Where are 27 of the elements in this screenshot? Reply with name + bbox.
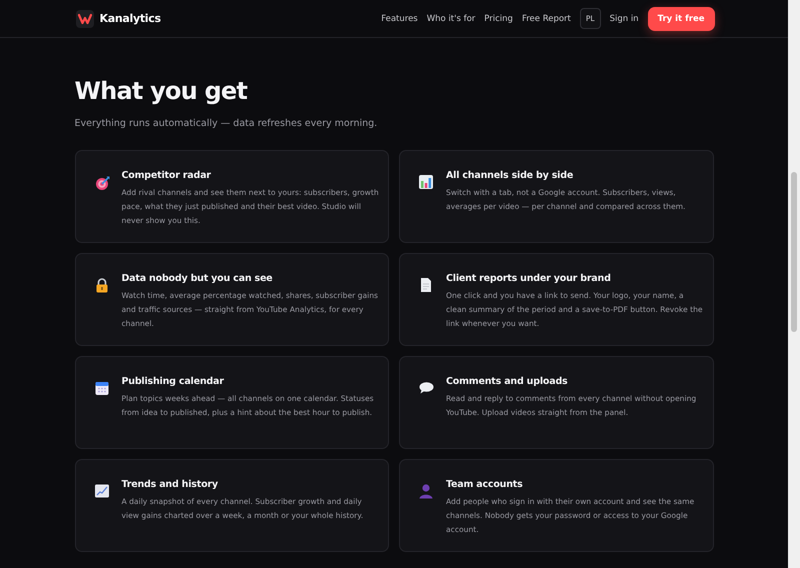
feature-title: All channels side by side bbox=[446, 170, 574, 181]
section-subtitle: Everything runs automatically — data refreshes every morning. bbox=[74, 118, 378, 129]
feature-title: Publishing calendar bbox=[122, 376, 225, 387]
sign-in-link[interactable]: Sign in bbox=[610, 14, 639, 24]
line-chart-icon bbox=[94, 483, 110, 499]
feature-title: Client reports under your brand bbox=[446, 273, 612, 284]
logo-icon bbox=[76, 10, 94, 28]
person-icon bbox=[418, 483, 434, 499]
nav-link[interactable]: Features bbox=[381, 14, 418, 24]
calendar-icon bbox=[94, 380, 110, 396]
nav-link[interactable]: Who it's for bbox=[426, 14, 476, 24]
feature-title: Comments and uploads bbox=[446, 376, 568, 387]
scrollbar[interactable] bbox=[788, 0, 800, 568]
feature-title: Team accounts bbox=[446, 479, 524, 490]
feature-title: Trends and history bbox=[122, 479, 219, 490]
document-icon bbox=[418, 277, 434, 293]
brand-name[interactable]: Kanalytics bbox=[100, 12, 161, 25]
speech-bubble-icon bbox=[418, 380, 434, 396]
bar-chart-icon bbox=[418, 174, 434, 190]
scrollbar-thumb[interactable] bbox=[791, 172, 797, 332]
feature-title: Competitor radar bbox=[122, 170, 212, 181]
target-icon bbox=[94, 174, 110, 190]
padlock-icon bbox=[94, 277, 110, 293]
feature-title: Data nobody but you can see bbox=[122, 273, 274, 284]
section-title: What you get bbox=[74, 76, 248, 106]
nav-link[interactable]: Free Report bbox=[522, 14, 571, 24]
nav-link[interactable]: Pricing bbox=[484, 14, 513, 24]
